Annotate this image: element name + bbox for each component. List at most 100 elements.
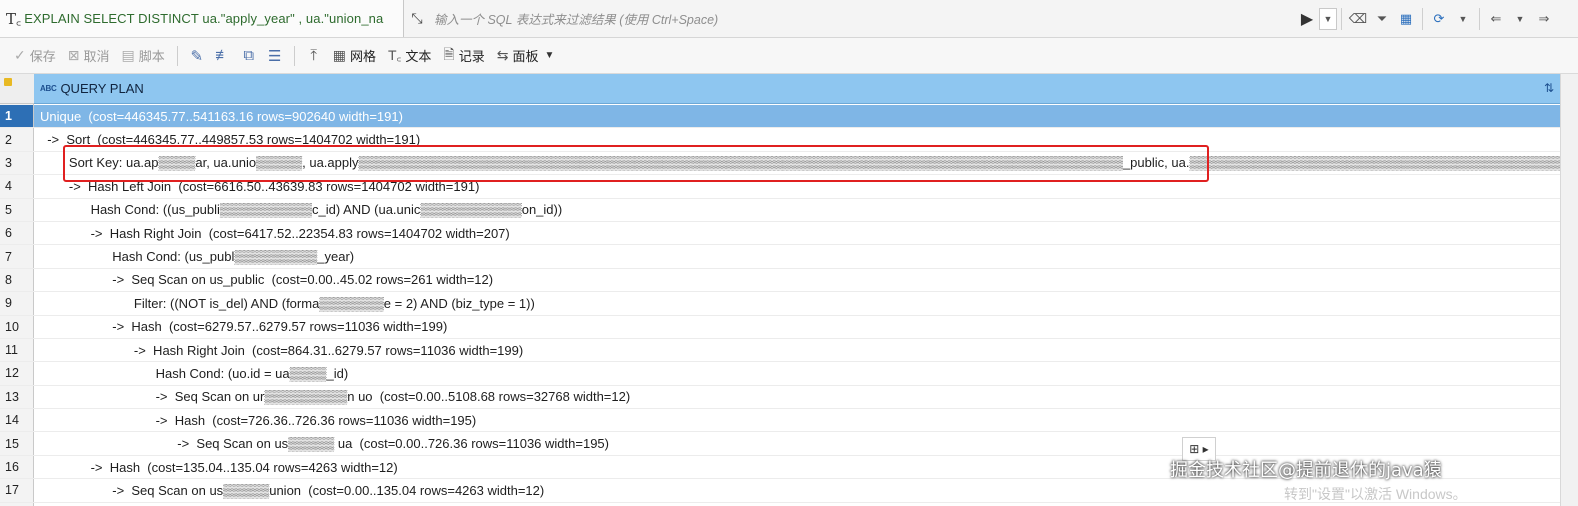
query-plan-cell[interactable]: -> Seq Scan on us▒▒▒▒▒ ua (cost=0.00..72…	[34, 432, 1560, 454]
refresh-dropdown-icon[interactable]: ▼	[1451, 7, 1475, 31]
row-number[interactable]: 9	[0, 292, 34, 315]
record-icon: 🗎	[443, 45, 455, 62]
filter-history-dropdown[interactable]: ▼	[1319, 7, 1337, 30]
eraser-icon[interactable]: ⌫	[1346, 7, 1370, 31]
edit-row-icon[interactable]: ✎	[184, 43, 210, 69]
panels-button[interactable]: ⇆ 面板 ▼	[491, 43, 561, 69]
lock-icon	[4, 78, 12, 86]
filter-input[interactable]: 输入一个 SQL 表达式来过滤结果 (使用 Ctrl+Space)	[430, 6, 1295, 32]
cancel-button[interactable]: ⊠ 取消	[62, 43, 116, 69]
table-row[interactable]: 6 -> Hash Right Join (cost=6417.52..2235…	[0, 221, 1560, 246]
string-type-icon: ABC	[40, 84, 57, 93]
query-plan-cell[interactable]: Filter: ((NOT is_del) AND (forma▒▒▒▒▒▒▒e…	[34, 292, 1560, 314]
back-icon[interactable]: ⇐	[1484, 7, 1508, 31]
filter-bar: T꜀ EXPLAIN SELECT DISTINCT ua."apply_yea…	[0, 0, 1578, 38]
query-plan-cell[interactable]: -> Sort (cost=446345.77..449857.53 rows=…	[34, 128, 1560, 150]
table-row[interactable]: 8 -> Seq Scan on us_public (cost=0.00..4…	[0, 268, 1560, 293]
script-button[interactable]: ▤ 脚本	[116, 43, 171, 69]
chevron-down-icon: ▼	[544, 50, 555, 61]
separator	[1341, 7, 1342, 30]
table-row[interactable]: 9 Filter: ((NOT is_del) AND (forma▒▒▒▒▒▒…	[0, 292, 1560, 316]
query-plan-cell[interactable]: -> Hash Left Join (cost=6616.50..43639.8…	[34, 175, 1560, 197]
vertical-scrollbar[interactable]	[1560, 74, 1578, 506]
query-plan-cell[interactable]: Unique (cost=446345.77..541163.16 rows=9…	[34, 105, 1560, 128]
panel-icon: ⇆	[496, 47, 509, 63]
row-number[interactable]: 12	[0, 362, 34, 385]
copy-row-icon[interactable]: ⧉	[236, 43, 262, 69]
delete-row-icon[interactable]: ☰	[262, 43, 288, 69]
query-plan-cell[interactable]: -> Seq Scan on ur▒▒▒▒▒▒▒▒▒n uo (cost=0.0…	[34, 386, 1560, 408]
table-row[interactable]: 15 -> Seq Scan on us▒▒▒▒▒ ua (cost=0.00.…	[0, 432, 1560, 456]
row-number[interactable]: 17	[0, 479, 34, 502]
separator	[176, 45, 178, 66]
separator	[1422, 7, 1423, 30]
query-text: EXPLAIN SELECT DISTINCT ua."apply_year" …	[24, 11, 384, 26]
query-plan-cell[interactable]: -> Hash (cost=726.36..726.36 rows=11036 …	[34, 409, 1560, 431]
results-toolbar: ✓ 保存 ⊠ 取消 ▤ 脚本 ✎ ≢ ⧉ ☰ ⤒ ▦ 网格 T꜀ 文本 🗎 记录…	[0, 38, 1578, 74]
windows-activation-note: 转到"设置"以激活 Windows。	[1284, 486, 1467, 502]
table-row[interactable]: 7 Hash Cond: (us_publ▒▒▒▒▒▒▒▒▒_year)	[0, 245, 1560, 269]
query-plan-cell[interactable]: Sort Key: ua.ap▒▒▒▒ar, ua.unio▒▒▒▒▒, ua.…	[34, 152, 1560, 174]
table-row[interactable]: 13 -> Seq Scan on ur▒▒▒▒▒▒▒▒▒n uo (cost=…	[0, 385, 1560, 410]
row-number[interactable]: 4	[0, 175, 34, 198]
back-dropdown-icon[interactable]: ▼	[1508, 7, 1532, 31]
query-plan-cell[interactable]: -> Hash (cost=6279.57..6279.57 rows=1103…	[34, 316, 1560, 338]
row-number[interactable]: 6	[0, 221, 34, 245]
table-row[interactable]: 2 -> Sort (cost=446345.77..449857.53 row…	[0, 128, 1560, 152]
sort-icon[interactable]: ⇅	[1544, 81, 1554, 95]
run-filter-icon[interactable]: ▶	[1295, 7, 1319, 31]
table-row[interactable]: 11 -> Hash Right Join (cost=864.31..6279…	[0, 338, 1560, 363]
table-row[interactable]: 3 Sort Key: ua.ap▒▒▒▒ar, ua.unio▒▒▒▒▒, u…	[0, 151, 1560, 176]
add-row-icon[interactable]: ≢	[210, 43, 236, 69]
row-number[interactable]: 8	[0, 268, 34, 292]
row-number[interactable]: 2	[0, 128, 34, 151]
row-number[interactable]: 5	[0, 198, 34, 221]
table-row[interactable]: 4 -> Hash Left Join (cost=6616.50..43639…	[0, 175, 1560, 199]
table-row[interactable]: 5 Hash Cond: ((us_publi▒▒▒▒▒▒▒▒▒▒c_id) A…	[0, 198, 1560, 222]
record-view-button[interactable]: 🗎 记录	[437, 43, 490, 69]
grid-icon: ▦	[332, 47, 346, 63]
watermark: 掘金技术社区@提前退休的java猿	[1170, 460, 1442, 481]
query-plan-cell[interactable]: -> Seq Scan on us_public (cost=0.00..45.…	[34, 269, 1560, 291]
filter-icon[interactable]: ⏷	[1370, 7, 1394, 31]
separator	[1479, 7, 1480, 30]
query-plan-cell[interactable]: Hash Cond: (uo.id = ua▒▒▒▒_id)	[34, 362, 1560, 384]
row-number[interactable]: 15	[0, 432, 34, 455]
text-cursor-icon: T꜀	[6, 9, 22, 28]
row-number[interactable]: 14	[0, 409, 34, 432]
grid-corner[interactable]	[0, 74, 34, 104]
row-number[interactable]: 7	[0, 245, 34, 268]
row-number[interactable]: 1	[0, 105, 34, 128]
query-plan-cell[interactable]: -> Hash Right Join (cost=6417.52..22354.…	[34, 222, 1560, 244]
export-icon[interactable]: ⤒	[301, 43, 327, 69]
row-number[interactable]: 3	[0, 151, 34, 175]
results-grid: ABC QUERY PLAN ⇅ 1 Unique (cost=446345.77…	[0, 74, 1578, 506]
row-number[interactable]: 16	[0, 455, 34, 479]
refresh-icon[interactable]: ⟳	[1427, 7, 1451, 31]
query-plan-cell[interactable]: -> Hash Right Join (cost=864.31..6279.57…	[34, 339, 1560, 361]
text-icon: T꜀	[388, 47, 402, 63]
row-number[interactable]: 11	[0, 338, 34, 362]
query-plan-cell[interactable]: Hash Cond: ((us_publi▒▒▒▒▒▒▒▒▒▒c_id) AND…	[34, 199, 1560, 221]
table-row[interactable]: 12 Hash Cond: (uo.id = ua▒▒▒▒_id)	[0, 362, 1560, 386]
table-row[interactable]: 1 Unique (cost=446345.77..541163.16 rows=…	[0, 105, 1560, 129]
column-header-label: QUERY PLAN	[60, 81, 144, 96]
script-icon: ▤	[121, 47, 135, 63]
grid-view-button[interactable]: ▦ 网格	[327, 43, 382, 69]
query-plan-cell[interactable]: Hash Cond: (us_publ▒▒▒▒▒▒▒▒▒_year)	[34, 245, 1560, 267]
table-row[interactable]: 14 -> Hash (cost=726.36..726.36 rows=110…	[0, 409, 1560, 433]
row-number[interactable]: 10	[0, 315, 34, 338]
expand-icon[interactable]: ⤡	[404, 10, 430, 27]
save-button[interactable]: ✓ 保存	[8, 43, 62, 69]
cancel-icon: ⊠	[67, 47, 80, 63]
row-number[interactable]: 13	[0, 385, 34, 409]
text-view-button[interactable]: T꜀ 文本	[382, 43, 437, 69]
column-header-query-plan[interactable]: ABC QUERY PLAN ⇅	[34, 74, 1560, 104]
filter-settings-icon[interactable]: ▦	[1394, 7, 1418, 31]
table-row[interactable]: 10 -> Hash (cost=6279.57..6279.57 rows=1…	[0, 315, 1560, 339]
forward-icon[interactable]: ⇒	[1532, 7, 1556, 31]
check-circle-icon: ✓	[14, 47, 26, 63]
query-text-field[interactable]: T꜀ EXPLAIN SELECT DISTINCT ua."apply_yea…	[0, 0, 404, 37]
separator	[293, 45, 295, 66]
grid-rows: 1 Unique (cost=446345.77..541163.16 rows=…	[0, 105, 1560, 503]
